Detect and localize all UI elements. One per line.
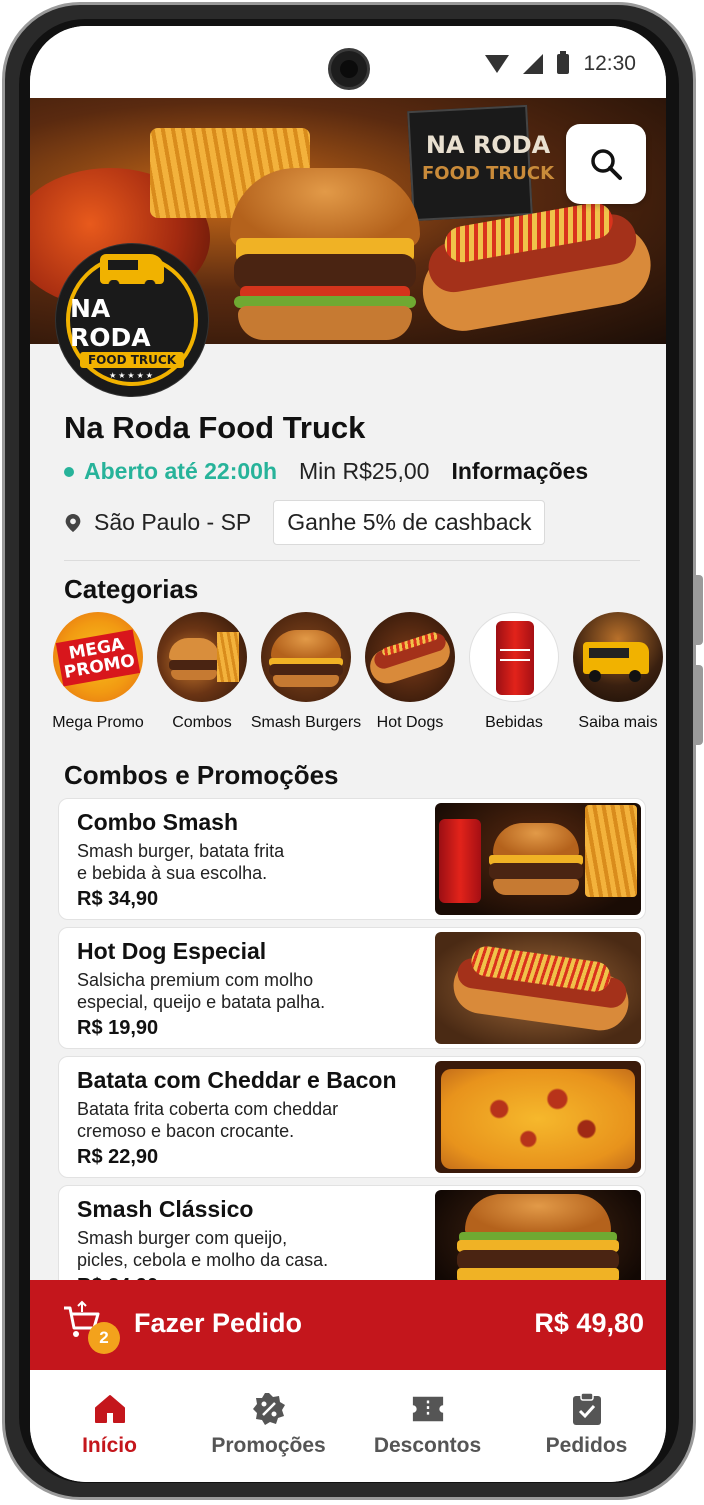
open-status-dot — [64, 466, 74, 477]
order-button-label: Fazer Pedido — [134, 1308, 303, 1338]
logo-name: NA RODA — [70, 294, 151, 352]
promo-card-combo-smash[interactable]: Combo Smash Smash burger, batata frita e… — [58, 798, 646, 920]
category-label: Saiba mais — [578, 714, 658, 731]
bottom-nav: Início Promoções Descontos Pedidos — [30, 1370, 666, 1482]
order-total: R$ 49,80 — [534, 1308, 644, 1338]
location-row: São Paulo - SP Ganhe 5% de cashback — [64, 500, 546, 545]
info-link[interactable]: Informações — [451, 458, 588, 485]
promo-card-hot-dog-especial[interactable]: Hot Dog Especial Salsicha premium com mo… — [58, 927, 646, 1049]
category-saiba-mais[interactable]: Saiba mais — [566, 612, 666, 732]
promo-desc: Smash burger com queijo, — [77, 1228, 288, 1248]
category-label: Smash Burgers — [250, 714, 362, 731]
category-smash-burgers[interactable]: Smash Burgers — [250, 612, 362, 732]
ticket-icon — [411, 1392, 445, 1426]
truck-sign-text: NA RODA FOOD TRUCK — [422, 131, 555, 184]
saiba-mais-image — [573, 612, 663, 702]
search-icon — [591, 149, 622, 180]
battery-icon — [557, 51, 570, 74]
category-label: Mega Promo — [52, 714, 144, 731]
nav-label: Promoções — [211, 1434, 326, 1457]
status-time: 12:30 — [583, 52, 636, 75]
promo-card-batata-cheddar-bacon[interactable]: Batata com Cheddar e Bacon Batata frita … — [58, 1056, 646, 1178]
promo-title: Batata com Cheddar e Bacon — [77, 1067, 397, 1093]
promo-desc: Salsicha premium com molho — [77, 970, 314, 990]
category-hot-dogs[interactable]: Hot Dogs — [358, 612, 462, 732]
camera-icon — [328, 48, 370, 90]
promos-title: Combos e Promoções — [64, 760, 339, 790]
cart-button[interactable]: 2 — [62, 1300, 120, 1354]
categories-title: Categorias — [64, 574, 199, 604]
cart-count-badge: 2 — [88, 1322, 120, 1354]
nav-promocoes[interactable]: Promoções — [189, 1370, 348, 1482]
promo-price: R$ 34,90 — [77, 888, 159, 910]
order-bar[interactable]: 2 Fazer Pedido R$ 49,80 — [30, 1280, 666, 1370]
nav-label: Pedidos — [545, 1434, 628, 1457]
cashback-badge[interactable]: Ganhe 5% de cashback — [273, 500, 546, 545]
category-combos[interactable]: Combos — [150, 612, 254, 732]
promo-desc: Batata frita coberta com cheddar — [77, 1099, 339, 1119]
promo-title: Combo Smash — [77, 809, 239, 835]
status-bar: 12:30 — [30, 26, 666, 98]
nav-label: Descontos — [373, 1434, 482, 1457]
location-pin-icon — [65, 513, 81, 532]
promo-desc: cremoso e bacon crocante. — [77, 1121, 295, 1141]
smash-burgers-image — [261, 612, 351, 702]
promo-desc: especial, queijo e batata palha. — [77, 992, 326, 1012]
bebidas-image — [469, 612, 559, 702]
power-button — [695, 665, 703, 745]
combos-image — [157, 612, 247, 702]
category-mega-promo[interactable]: MEGA PROMO Mega Promo — [46, 612, 150, 732]
discount-badge-icon — [252, 1392, 286, 1426]
wifi-icon — [485, 55, 510, 73]
clipboard-check-icon — [570, 1392, 604, 1426]
logo-sub: FOOD TRUCK — [79, 352, 184, 368]
category-bebidas[interactable]: Bebidas — [462, 612, 566, 732]
signal-icon — [523, 54, 544, 74]
home-icon — [93, 1392, 127, 1426]
promo-price: R$ 19,90 — [77, 1017, 159, 1039]
promo-title: Smash Clássico — [77, 1196, 254, 1222]
promo-title: Hot Dog Especial — [77, 938, 267, 964]
divider — [64, 560, 640, 561]
search-button[interactable] — [566, 124, 646, 204]
store-info-row: Aberto até 22:00h Min R$25,00 Informaçõe… — [64, 458, 588, 485]
store-name: Na Roda Food Truck — [64, 410, 366, 445]
mega-promo-badge: MEGA PROMO — [55, 629, 141, 687]
nav-pedidos[interactable]: Pedidos — [507, 1370, 666, 1482]
open-status: Aberto até 22:00h — [84, 458, 278, 484]
hot-dogs-image — [365, 612, 455, 702]
promo-list: Combo Smash Smash burger, batata frita e… — [58, 798, 646, 1314]
combo-smash-image — [435, 803, 641, 915]
category-label: Bebidas — [485, 714, 543, 731]
nav-descontos[interactable]: Descontos — [348, 1370, 507, 1482]
category-label: Hot Dogs — [376, 714, 444, 731]
food-truck-icon — [100, 254, 164, 290]
categories-list: MEGA PROMO Mega Promo Combos Smash Burge… — [46, 612, 666, 732]
location-text: São Paulo - SP — [94, 509, 252, 535]
promo-desc: picles, cebola e molho da casa. — [77, 1250, 329, 1270]
nav-label: Início — [82, 1434, 137, 1457]
batata-cheddar-bacon-image — [435, 1061, 641, 1173]
hot-dog-especial-image — [435, 932, 641, 1044]
burger-image — [230, 168, 420, 344]
nav-inicio[interactable]: Início — [30, 1370, 189, 1482]
promo-desc: Smash burger, batata frita — [77, 841, 285, 861]
logo-stars: ★★★★★ — [109, 371, 155, 380]
app-screen: 12:30 NA RODA FOOD TRUCK NA RODA FOOD TRU… — [30, 26, 666, 1482]
minimum-order: Min R$25,00 — [299, 458, 430, 484]
volume-button — [695, 575, 703, 645]
promo-desc: e bebida à sua escolha. — [77, 863, 268, 883]
mega-promo-image: MEGA PROMO — [53, 612, 143, 702]
promo-price: R$ 22,90 — [77, 1146, 159, 1168]
category-label: Combos — [172, 714, 232, 731]
store-logo: NA RODA FOOD TRUCK ★★★★★ — [56, 244, 208, 396]
